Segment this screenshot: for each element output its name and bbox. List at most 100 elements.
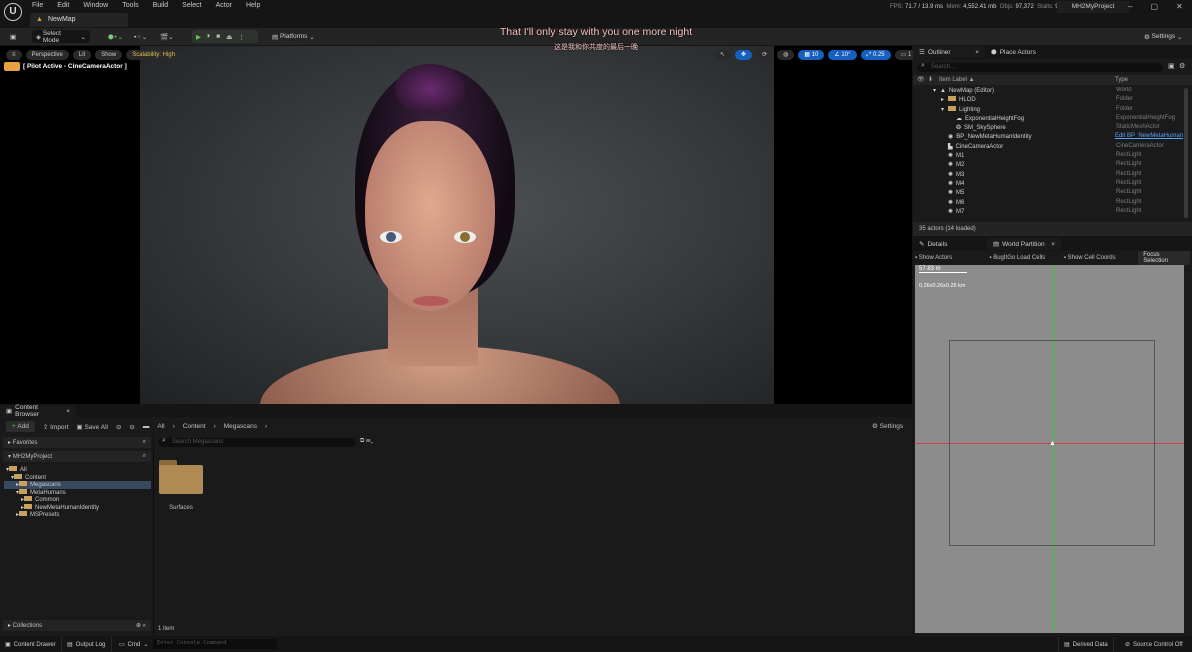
menu-build[interactable]: Build <box>153 2 169 9</box>
folder-surfaces[interactable] <box>159 460 203 494</box>
map-icon: ▲ <box>36 16 43 23</box>
close-tab-icon[interactable]: × <box>66 408 70 415</box>
breadcrumb-all[interactable]: All <box>157 423 164 430</box>
folder-tree-item[interactable]: ▸ NewMetaHumanIdentity <box>4 503 151 512</box>
show-cell-coords-checkbox[interactable]: ▪ Show Cell Coords <box>1064 255 1134 261</box>
menu-bar: File Edit Window Tools Build Select Acto… <box>32 2 260 9</box>
row-type: Folder <box>1116 96 1134 103</box>
content-drawer-button[interactable]: ▣ Content Drawer <box>0 637 62 652</box>
menu-tools[interactable]: Tools <box>122 2 138 9</box>
add-folder-icon[interactable]: ▣ <box>1168 62 1175 70</box>
row-label: NewMap (Editor) <box>948 88 994 94</box>
folder-tree-item[interactable]: ▸ Megascans <box>4 481 151 489</box>
outliner-row[interactable]: ❂ SM_SkySphere StaticMeshActor <box>913 124 1183 133</box>
cb-settings-button[interactable]: ⚙ Settings <box>872 422 903 430</box>
light-icon: ✺ <box>948 208 954 215</box>
tab-newmap[interactable]: ▲ NewMap <box>30 13 128 27</box>
light-icon: ✺ <box>948 171 954 178</box>
folder-icon <box>24 496 33 501</box>
collections-section[interactable]: ▸ Collections ⊕ ⌕ <box>3 620 151 631</box>
search-icon: ⌕ <box>162 437 166 444</box>
save-all-button[interactable]: ▣ Save All <box>77 423 108 431</box>
derived-data-button[interactable]: ▤ Derived Data <box>1058 637 1114 652</box>
gear-icon[interactable]: ⚙ <box>1179 62 1185 70</box>
bugitgo-checkbox[interactable]: ▪ BugItGo Load Cells <box>989 255 1059 261</box>
column-item-label[interactable]: Item Label ▲ <box>939 77 975 83</box>
outliner-row[interactable]: ✺ M5 RectLight <box>913 189 1183 198</box>
eject-pilot-icon[interactable] <box>4 62 20 71</box>
details-panel: ✎ Details ▤ World Partition × ▪ Show Actors… <box>913 238 1192 636</box>
folder-tree-item[interactable]: ▾ All <box>4 466 151 474</box>
tab-label: NewMap <box>47 16 76 23</box>
menu-window[interactable]: Window <box>83 2 108 9</box>
menu-actor[interactable]: Actor <box>216 2 232 9</box>
source-control-off-icon: ⊘ <box>1125 642 1131 648</box>
tab-details[interactable]: ✎ Details <box>913 238 953 250</box>
outliner-row[interactable]: ✺ M1 RectLight <box>913 152 1183 161</box>
console-input[interactable]: Enter Console Command <box>153 639 277 649</box>
content-search-input[interactable]: Search Megascans <box>158 438 356 447</box>
row-type: RectLight <box>1116 161 1142 168</box>
map-scale: 57.83 m <box>919 266 967 273</box>
outliner-row[interactable]: ◉ BP_NewMetaHumanIdentity Edit BP_NewMetaH… <box>913 133 1183 142</box>
source-control-button[interactable]: ⊘ Source Control Off <box>1120 637 1188 652</box>
favorites-section[interactable]: ▸ Favorites ⌕ <box>3 437 151 448</box>
outliner-row[interactable]: ✺ M7 RectLight <box>913 208 1183 217</box>
minimize-button[interactable]: – <box>1128 2 1132 11</box>
folder-tree-item[interactable]: ▾ MetaHumans <box>4 488 151 497</box>
row-type: CineCameraActor <box>1116 142 1164 149</box>
show-actors-checkbox[interactable]: ▪ Show Actors <box>915 255 985 261</box>
cmd-dropdown[interactable]: ▭ Cmd ⌄ <box>114 637 153 652</box>
forward-icon[interactable]: ⊖ <box>129 423 134 431</box>
row-type[interactable]: Edit BP_NewMetaHuman <box>1115 133 1183 142</box>
outliner-row[interactable]: ▾ Lighting Folder <box>913 105 1183 115</box>
folder-tree-item[interactable]: ▸ MSPresets <box>4 511 151 519</box>
import-button[interactable]: ⇪ Import <box>43 423 69 431</box>
outliner-row[interactable]: ▙ CineCameraActor CineCameraActor <box>913 143 1183 152</box>
level-viewport[interactable] <box>0 46 912 404</box>
drawer-icon: ▣ <box>5 642 11 648</box>
camera-icon: ▙ <box>948 143 953 150</box>
breadcrumb-content[interactable]: Content <box>183 423 206 430</box>
visibility-icon: 👁 <box>917 77 925 83</box>
column-type[interactable]: Type <box>1115 77 1128 83</box>
outliner-row[interactable]: ✺ M3 RectLight <box>913 171 1183 180</box>
tab-world-partition[interactable]: ▤ World Partition × <box>987 238 1061 250</box>
outliner-search-input[interactable]: Search... <box>917 63 1163 72</box>
folder-tree-item[interactable]: ▸ Common <box>4 496 151 504</box>
outliner-scrollbar[interactable] <box>1184 88 1188 218</box>
mesh-icon: ❂ <box>956 125 962 132</box>
add-button[interactable]: + Add <box>6 421 35 432</box>
back-icon[interactable]: ⊖ <box>116 423 121 431</box>
close-button[interactable]: ✕ <box>1176 2 1183 11</box>
close-tab-icon[interactable]: × <box>1051 241 1055 248</box>
menu-edit[interactable]: Edit <box>57 2 69 9</box>
output-log-button[interactable]: ▤ Output Log <box>62 637 112 652</box>
outliner-row[interactable]: ▸ HLOD Folder <box>913 96 1183 105</box>
render-lips <box>413 296 449 306</box>
maximize-button[interactable]: ▢ <box>1150 2 1158 11</box>
row-label: M2 <box>956 162 965 169</box>
outliner-row[interactable]: ✺ M2 RectLight <box>913 161 1183 170</box>
outliner-row[interactable]: ☁ ExponentialHeightFog ExponentialHeightFo… <box>913 115 1183 124</box>
outliner-row[interactable]: ✺ M6 RectLight <box>913 199 1183 208</box>
folder-icon <box>24 503 33 509</box>
tab-content-browser[interactable]: ▣ Content Browser × <box>0 404 76 418</box>
folder-tree-label: Content <box>25 474 47 481</box>
folder-tree-item[interactable]: ▾ Content <box>4 473 151 482</box>
row-type: ExponentialHeightFog <box>1116 114 1176 121</box>
menu-file[interactable]: File <box>32 2 43 9</box>
row-type: RectLight <box>1116 170 1142 177</box>
log-icon: ▤ <box>67 642 73 648</box>
world-partition-map[interactable]: 57.83 m 0.26x0.26x0.26 km ▲ <box>915 265 1184 633</box>
outliner-row[interactable]: ✺ M4 RectLight <box>913 180 1183 189</box>
world-size: 0.26x0.26x0.26 km <box>919 283 966 289</box>
menu-help[interactable]: Help <box>246 2 260 9</box>
project-section[interactable]: ▾ MH2MyProject ⌕ <box>3 451 151 462</box>
outliner-row[interactable]: ▾ ▲ NewMap (Editor) World <box>913 87 1183 96</box>
filter-icon[interactable]: ⧉ ☰⌄ <box>360 438 373 445</box>
focus-selection-button[interactable]: Focus Selection <box>1138 251 1190 265</box>
search-icon: ⌕ <box>142 453 146 459</box>
menu-select[interactable]: Select <box>182 2 201 9</box>
breadcrumb-megascans[interactable]: Megascans <box>224 423 257 430</box>
